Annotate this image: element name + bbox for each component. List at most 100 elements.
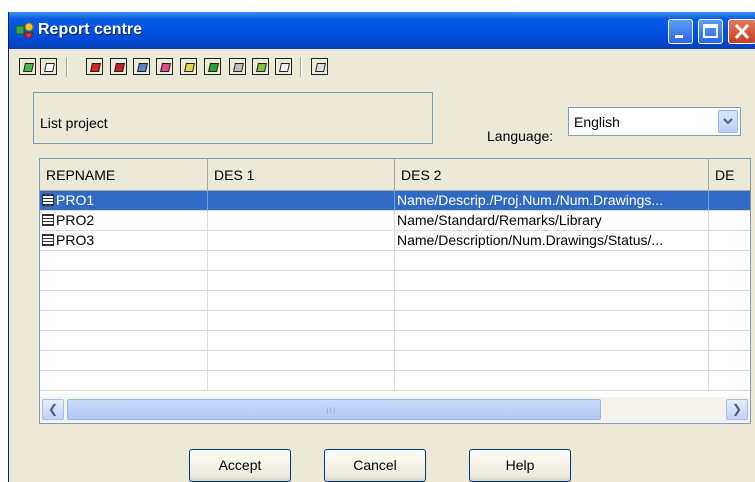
close-icon — [734, 23, 750, 40]
table-row[interactable]: PRO3 Name/Description/Num.Drawings/Status… — [40, 231, 750, 251]
cancel-label: Cancel — [353, 457, 397, 473]
cell — [208, 271, 395, 291]
report-red-icon[interactable] — [86, 58, 103, 75]
reports-grid[interactable]: REPNAME DES 1 DES 2 DE PRO1 Name/Descrip.… — [39, 158, 751, 424]
table-row-icon — [42, 194, 54, 206]
cell-des1[interactable] — [208, 191, 395, 211]
report-red2-icon[interactable] — [110, 58, 127, 75]
empty-row — [40, 271, 750, 291]
repname-text: PRO3 — [56, 232, 95, 248]
cell — [208, 291, 395, 311]
report-green-icon[interactable] — [204, 58, 221, 75]
cell — [208, 331, 395, 351]
toolbar-separator — [66, 57, 68, 77]
cell — [709, 351, 750, 371]
chevron-down-icon — [723, 118, 733, 125]
table-row-icon — [42, 234, 54, 246]
new-icon[interactable] — [19, 58, 36, 75]
empty-row — [40, 351, 750, 371]
cell — [208, 311, 395, 331]
cell[interactable] — [709, 211, 750, 231]
empty-row — [40, 291, 750, 311]
scroll-left-button[interactable]: ❮ — [42, 399, 64, 420]
report-pink-icon[interactable] — [156, 58, 173, 75]
cell — [395, 251, 709, 271]
help-label: Help — [505, 457, 535, 473]
column-header-des3[interactable]: DE — [709, 159, 750, 191]
cell — [40, 251, 208, 271]
cell-des1[interactable] — [208, 231, 395, 251]
cell-repname[interactable]: PRO1 — [40, 191, 208, 211]
cell-des2[interactable]: Name/Descrip./Proj.Num./Num.Drawings... — [395, 191, 709, 211]
report-lime-icon[interactable] — [252, 58, 269, 75]
empty-row — [40, 371, 750, 391]
cell — [395, 311, 709, 331]
maximize-icon — [703, 24, 718, 38]
language-select[interactable]: English — [568, 107, 741, 136]
cell — [709, 271, 750, 291]
cell-des2[interactable]: Name/Standard/Remarks/Library — [395, 211, 709, 231]
title-bar[interactable]: Report centre — [9, 12, 755, 49]
report-yellow-icon[interactable] — [180, 58, 197, 75]
empty-row — [40, 331, 750, 351]
repname-text: PRO1 — [56, 192, 95, 208]
cell — [208, 371, 395, 391]
cell-des1[interactable] — [208, 211, 395, 231]
cell — [709, 331, 750, 351]
report-list-icon[interactable] — [275, 58, 292, 75]
cell — [395, 351, 709, 371]
help-button[interactable]: Help — [469, 449, 571, 482]
accept-button[interactable]: Accept — [189, 449, 291, 482]
cell — [40, 351, 208, 371]
column-header-des2[interactable]: DES 2 — [395, 159, 709, 191]
cell — [208, 351, 395, 371]
print-icon[interactable] — [311, 58, 328, 75]
cell-repname[interactable]: PRO3 — [40, 231, 208, 251]
cell — [709, 311, 750, 331]
horizontal-scrollbar[interactable]: ❮ III ❯ — [40, 397, 750, 423]
cell — [208, 251, 395, 271]
window-title: Report centre — [38, 21, 143, 38]
cell — [40, 331, 208, 351]
cell — [709, 251, 750, 271]
report-grey-icon[interactable] — [229, 58, 246, 75]
toolbar-separator — [300, 57, 302, 77]
cell-des2[interactable]: Name/Description/Num.Drawings/Status/... — [395, 231, 709, 251]
cancel-button[interactable]: Cancel — [324, 449, 426, 482]
minimize-icon — [675, 35, 683, 38]
cell — [40, 271, 208, 291]
table-row[interactable]: PRO1 Name/Descrip./Proj.Num./Num.Drawings… — [40, 191, 750, 211]
language-dropdown-button[interactable] — [718, 110, 738, 133]
scroll-grip: III — [326, 406, 337, 416]
cell — [395, 291, 709, 311]
empty-row — [40, 311, 750, 331]
scroll-thumb[interactable]: III — [67, 399, 601, 420]
report-blue-icon[interactable] — [133, 58, 150, 75]
cell[interactable] — [709, 231, 750, 251]
column-header-repname[interactable]: REPNAME — [40, 159, 208, 191]
table-row[interactable]: PRO2 Name/Standard/Remarks/Library — [40, 211, 750, 231]
chevron-left-icon: ❮ — [47, 402, 59, 416]
cell — [395, 371, 709, 391]
cell — [40, 291, 208, 311]
accept-label: Accept — [218, 457, 262, 473]
report-centre-app-icon — [15, 22, 34, 39]
cell-repname[interactable]: PRO2 — [40, 211, 208, 231]
report-centre-window: Report centre List project Language: Eng… — [8, 12, 755, 482]
table-row-icon — [42, 214, 54, 226]
column-header-des1[interactable]: DES 1 — [208, 159, 395, 191]
open-icon[interactable] — [40, 58, 57, 75]
cell — [709, 291, 750, 311]
toolbar — [9, 49, 755, 83]
scroll-right-button[interactable]: ❯ — [726, 399, 748, 420]
close-button[interactable] — [728, 19, 755, 44]
cell — [40, 311, 208, 331]
list-project-label: List project — [40, 115, 108, 131]
cell — [395, 331, 709, 351]
grid-header: REPNAME DES 1 DES 2 DE — [40, 159, 750, 191]
repname-text: PRO2 — [56, 212, 95, 228]
maximize-button[interactable] — [698, 19, 723, 44]
cell[interactable] — [709, 191, 750, 211]
minimize-button[interactable] — [668, 19, 693, 44]
language-label: Language: — [487, 128, 554, 144]
